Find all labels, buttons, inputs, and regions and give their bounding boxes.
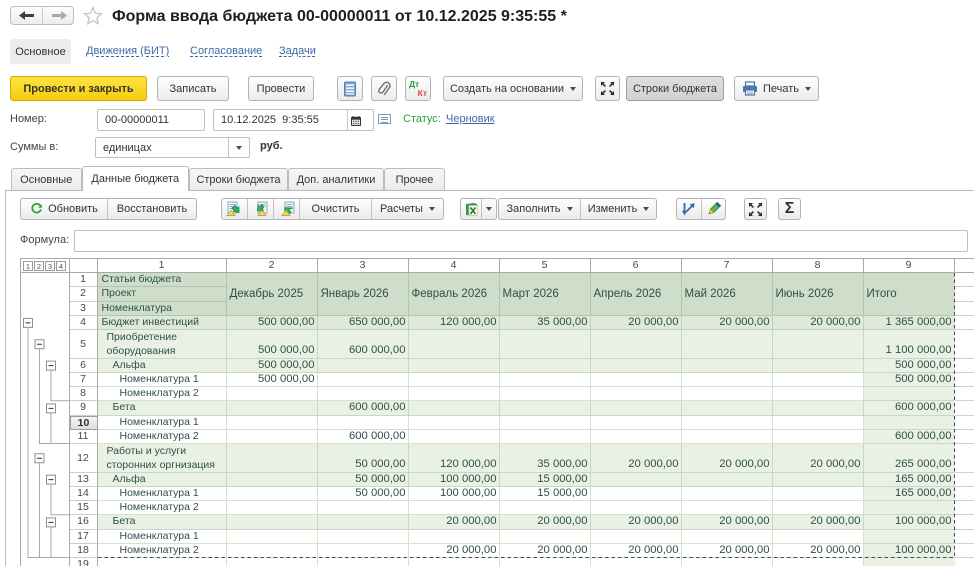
svg-text:3: 3	[48, 262, 52, 271]
svg-text:4: 4	[59, 262, 63, 271]
svg-text:1: 1	[26, 262, 30, 271]
svg-text:2: 2	[37, 262, 41, 271]
